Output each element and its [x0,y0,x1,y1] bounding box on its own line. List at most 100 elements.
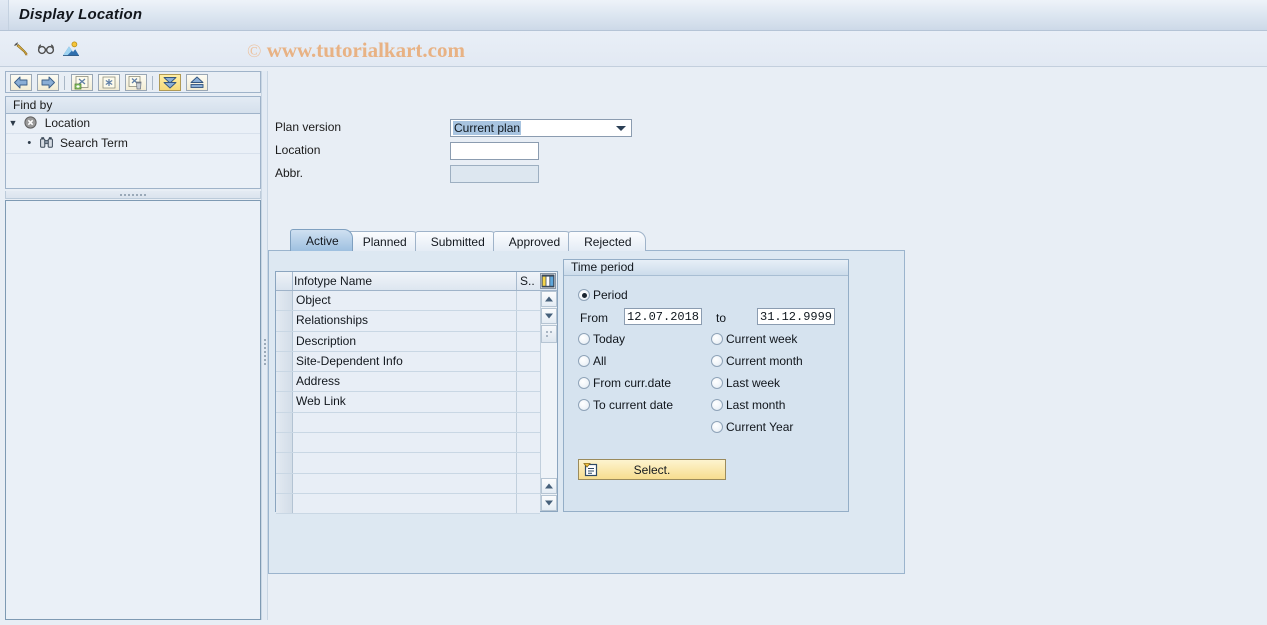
table-row[interactable] [276,494,540,514]
table-row[interactable]: Address [276,372,540,392]
radio-indicator [578,289,590,301]
cell-s [516,453,540,472]
delete-object-icon[interactable] [125,74,147,91]
tab-bar: Active Planned Submitted Approved Reject… [290,229,640,251]
plan-version-row: Plan version Current plan [275,119,635,137]
page-down-button[interactable] [541,495,557,511]
edit-pencil-icon[interactable] [11,39,31,59]
select-all-column-header[interactable] [276,272,293,290]
tab-submitted[interactable]: Submitted [415,231,499,251]
row-selector[interactable] [276,494,293,513]
new-object-icon[interactable] [98,74,120,91]
abbr-input[interactable] [450,165,539,183]
tab-approved[interactable]: Approved [493,231,574,251]
abbr-label: Abbr. [275,166,303,180]
cell-s [516,433,540,452]
row-selector[interactable] [276,352,293,371]
scroll-down-button[interactable] [541,308,557,324]
radio-all[interactable]: All [578,354,606,368]
page-up-button[interactable] [541,478,557,494]
toolbar-separator [152,76,153,90]
radio-period[interactable]: Period [578,288,628,302]
table-row[interactable] [276,453,540,473]
cell-infotype-name: Address [296,374,340,388]
expand-all-icon[interactable] [159,74,181,91]
table-row[interactable] [276,474,540,494]
row-selector[interactable] [276,332,293,351]
table-row[interactable] [276,413,540,433]
table-settings-icon[interactable] [540,273,556,289]
tree-node-search-term[interactable]: • Search Term [6,134,260,154]
table-row[interactable]: Web Link [276,392,540,412]
vertical-splitter[interactable] [261,71,268,620]
scroll-up-button[interactable] [541,291,557,307]
chevron-down-icon[interactable]: ▼ [6,114,20,133]
tab-planned[interactable]: Planned [347,231,421,251]
table-row[interactable]: Object [276,291,540,311]
to-date-input[interactable] [757,308,835,325]
horizontal-splitter[interactable] [5,191,261,199]
radio-current-week[interactable]: Current week [711,332,797,346]
row-selector[interactable] [276,291,293,310]
tree-node-location[interactable]: ▼ Location [6,114,260,134]
tab-panel-active: Infotype Name S.. [268,250,905,574]
location-input[interactable] [450,142,539,160]
create-object-icon[interactable] [71,74,93,91]
scrollbar-thumb[interactable] [541,325,557,343]
cell-infotype-name: Description [296,334,356,348]
cell-s [516,494,540,513]
row-selector[interactable] [276,392,293,411]
radio-label: Today [593,332,625,346]
column-header-s[interactable]: S.. [516,272,542,290]
column-header-infotype-name[interactable]: Infotype Name [294,274,372,288]
tab-active[interactable]: Active [290,229,353,251]
arrow-down-icon [545,314,553,319]
radio-to-current-date[interactable]: To current date [578,398,673,412]
table-vertical-scrollbar[interactable] [540,291,557,511]
row-selector[interactable] [276,474,293,493]
forward-arrow-icon[interactable] [37,74,59,91]
radio-label: All [593,354,606,368]
row-selector[interactable] [276,453,293,472]
radio-last-week[interactable]: Last week [711,376,780,390]
back-arrow-icon[interactable] [10,74,32,91]
radio-from-current-date[interactable]: From curr.date [578,376,671,390]
tree-empty-row [6,154,260,173]
radio-today[interactable]: Today [578,332,625,346]
table-row[interactable]: Description [276,332,540,352]
radio-label: Period [593,288,628,302]
radio-indicator [711,333,723,345]
chevron-down-icon[interactable] [616,126,626,131]
radio-label: From curr.date [593,376,671,390]
radio-current-year[interactable]: Current Year [711,420,793,434]
infotype-table: Infotype Name S.. [275,271,558,512]
row-selector[interactable] [276,433,293,452]
row-selector[interactable] [276,413,293,432]
abbr-row: Abbr. [275,165,635,183]
cell-s [516,311,540,330]
cell-s [516,291,540,310]
cell-s [516,372,540,391]
tab-rejected[interactable]: Rejected [568,231,645,251]
glasses-display-icon[interactable] [36,39,56,59]
table-row[interactable]: Site-Dependent Info [276,352,540,372]
select-button[interactable]: Select. [578,459,726,480]
cell-s [516,474,540,493]
radio-current-month[interactable]: Current month [711,354,803,368]
plan-version-select[interactable]: Current plan [450,119,632,137]
cell-s [516,352,540,371]
time-period-title: Time period [564,260,848,276]
collapse-all-icon[interactable] [186,74,208,91]
picture-landscape-icon[interactable] [61,39,81,59]
row-selector[interactable] [276,372,293,391]
table-row[interactable] [276,433,540,453]
row-selector[interactable] [276,311,293,330]
navigation-panel: Find by ▼ Location • [5,71,261,620]
to-label: to [716,311,726,325]
radio-label: Current week [726,332,797,346]
from-date-input[interactable] [624,308,702,325]
table-row[interactable]: Relationships [276,311,540,331]
radio-indicator [711,377,723,389]
radio-indicator [578,333,590,345]
radio-last-month[interactable]: Last month [711,398,785,412]
